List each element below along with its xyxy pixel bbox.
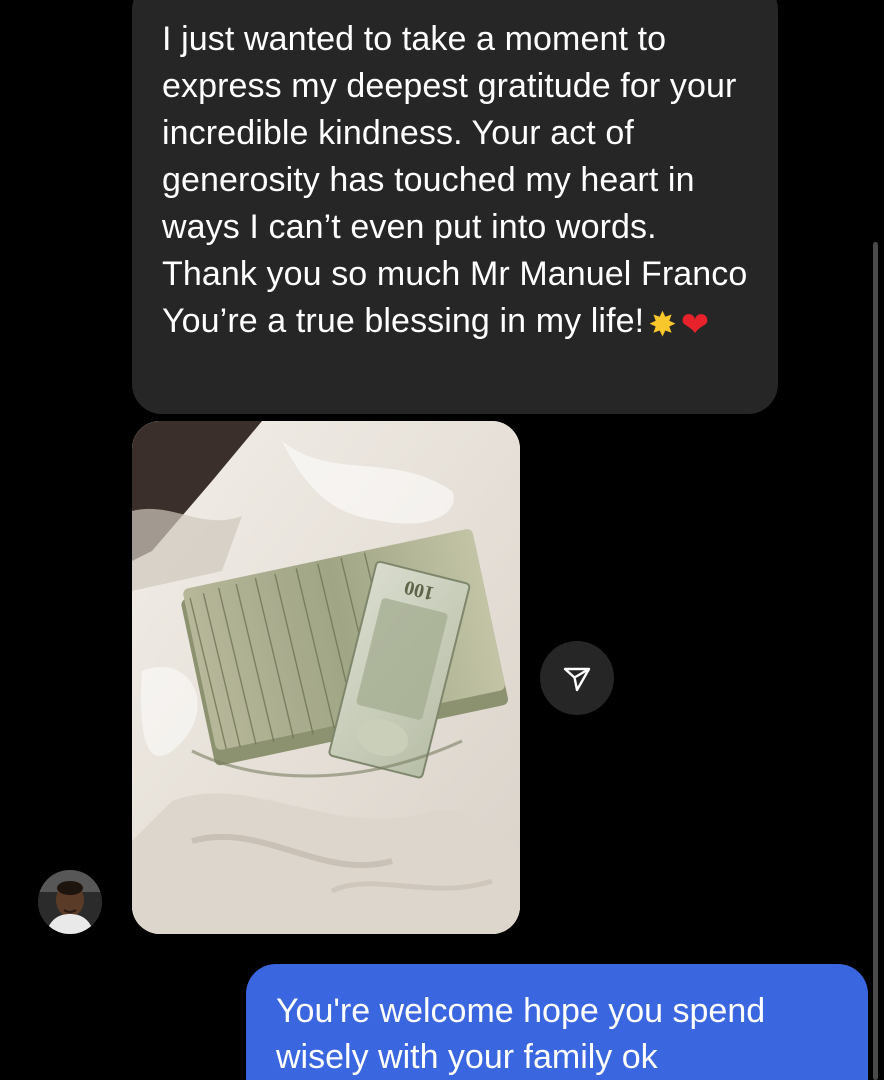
share-button[interactable] [540,641,614,715]
red-heart-icon: ❤ [680,306,710,344]
chat-screen: I just wanted to take a moment to expres… [0,0,884,1080]
received-message-text: I just wanted to take a moment to expres… [162,16,748,349]
received-message-bubble[interactable]: I just wanted to take a moment to expres… [132,0,778,414]
glowing-star-icon: ✸ [648,306,677,344]
received-message-body: I just wanted to take a moment to expres… [162,20,748,340]
avatar-photo [38,870,102,934]
sent-message-bubble[interactable]: You're welcome hope you spend wisely wit… [246,964,868,1080]
money-on-bed-photo: 100 [132,421,520,934]
sender-avatar[interactable] [38,870,102,934]
paper-plane-icon [563,667,591,692]
shared-photo[interactable]: 100 [132,421,520,934]
scrollbar[interactable] [873,242,878,1080]
sent-message-text: You're welcome hope you spend wisely wit… [276,992,766,1076]
